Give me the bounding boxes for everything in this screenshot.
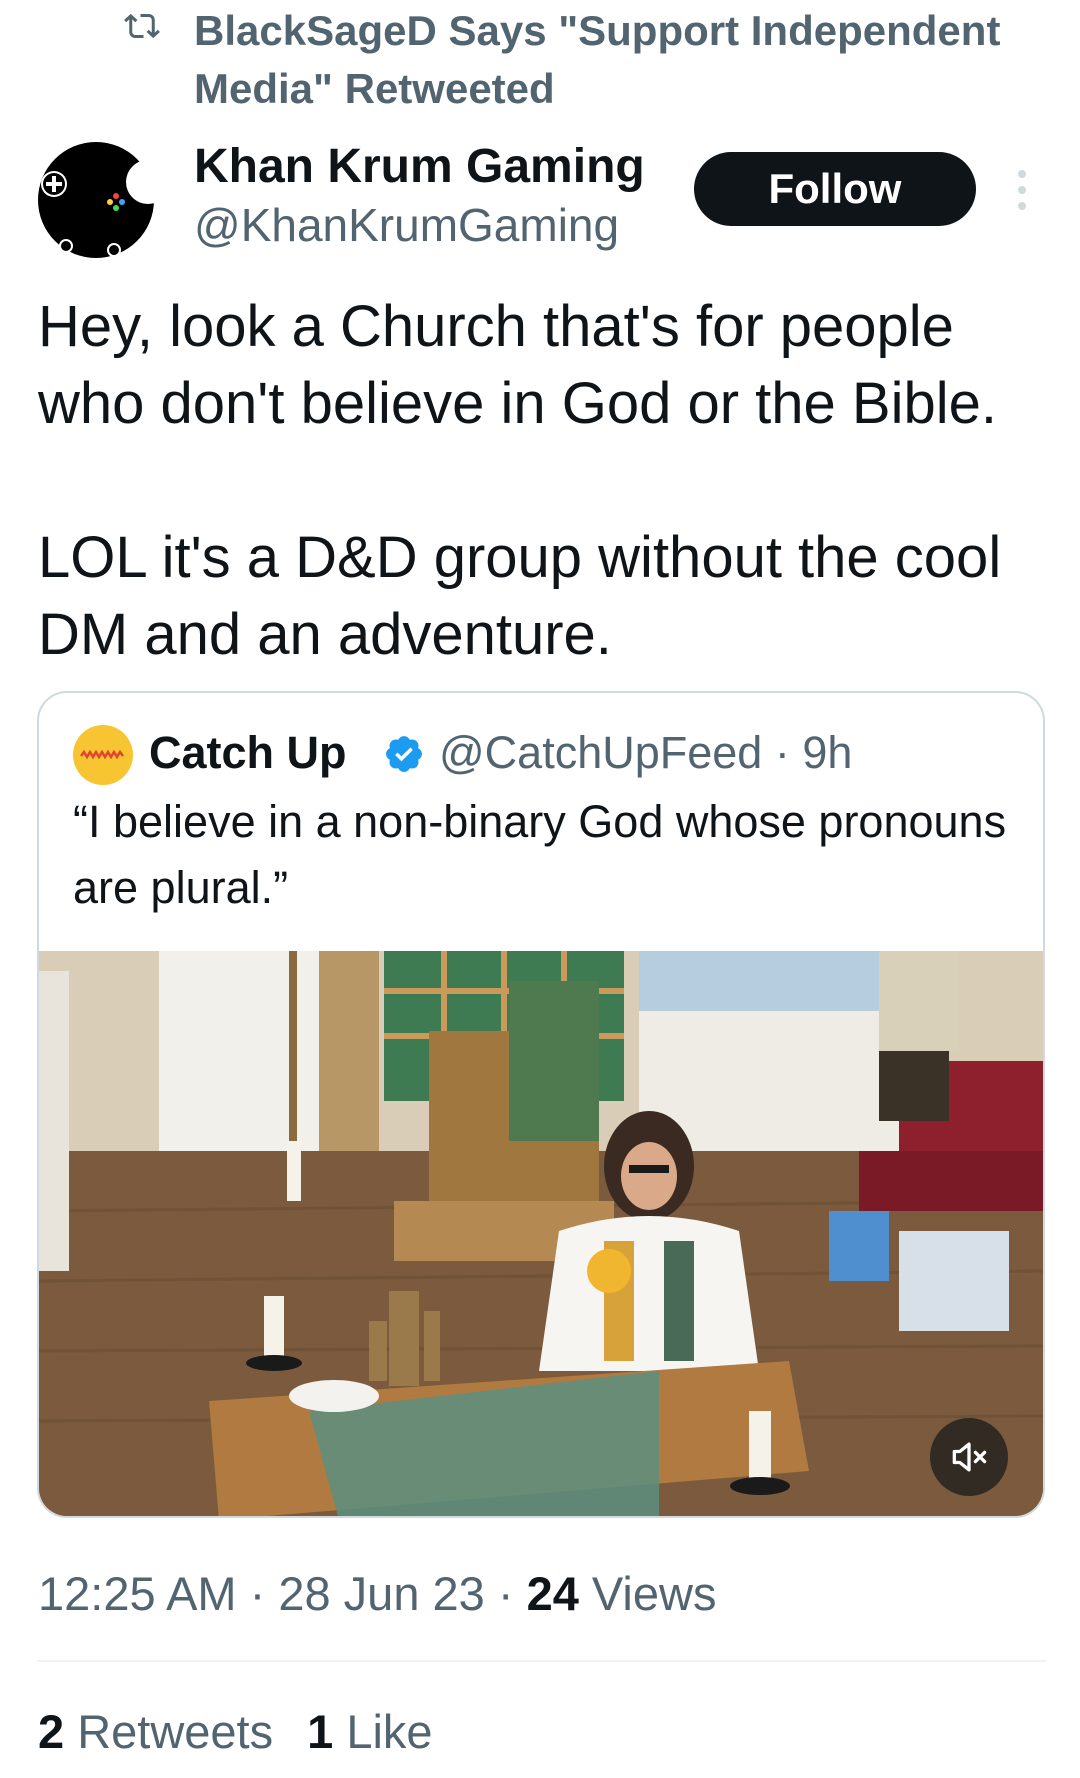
views-count: 24 xyxy=(526,1567,579,1620)
more-vertical-icon[interactable] xyxy=(1010,166,1034,214)
retweets-stat[interactable]: 2 Retweets xyxy=(38,1702,273,1762)
quote-text: “I believe in a non-binary God whose pro… xyxy=(73,796,1007,913)
tweet-stats: 2 Retweets 1 Like xyxy=(38,1702,433,1762)
catchup-avatar[interactable] xyxy=(73,725,133,785)
tweet-meta: 12:25 AM · 28 Jun 23 · 24 Views xyxy=(38,1564,716,1624)
video-thumbnail[interactable] xyxy=(39,951,1045,1518)
mute-button[interactable] xyxy=(930,1418,1008,1496)
quote-author-name[interactable]: Catch Up xyxy=(149,723,347,783)
quoted-tweet-card[interactable]: Catch Up @CatchUpFeed · 9h “I believe in… xyxy=(37,691,1045,1518)
follow-button[interactable]: Follow xyxy=(694,152,976,226)
verified-badge-icon xyxy=(386,736,422,772)
likes-stat[interactable]: 1 Like xyxy=(307,1702,432,1762)
retweets-label: Retweets xyxy=(64,1705,274,1758)
author-handle[interactable]: @KhanKrumGaming xyxy=(194,196,619,254)
retweets-count: 2 xyxy=(38,1705,65,1758)
likes-count: 1 xyxy=(307,1705,334,1758)
retweet-icon xyxy=(124,13,160,39)
retweet-banner-text[interactable]: BlackSageD Says "Support Independent Med… xyxy=(194,2,1054,118)
author-name[interactable]: Khan Krum Gaming xyxy=(194,138,645,196)
divider xyxy=(37,1660,1047,1662)
likes-label: Like xyxy=(333,1705,433,1758)
quote-handle-time[interactable]: @CatchUpFeed · 9h xyxy=(439,723,852,783)
tweet-timestamp[interactable]: 12:25 AM · 28 Jun 23 · xyxy=(38,1567,527,1620)
mute-icon xyxy=(952,1442,987,1472)
views-label: Views xyxy=(578,1567,717,1620)
tweet-text-paragraph-2: LOL it's a D&D group without the cool DM… xyxy=(38,525,1002,667)
tweet-text-paragraph-1: Hey, look a Church that's for people who… xyxy=(38,294,998,436)
author-avatar[interactable] xyxy=(36,140,156,260)
tweet-text: Hey, look a Church that's for people who… xyxy=(38,288,1068,673)
